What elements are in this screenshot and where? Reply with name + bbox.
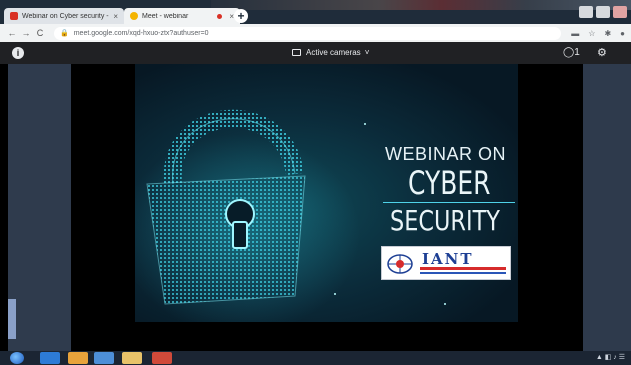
maximize-button[interactable] [596,6,610,18]
star-icon[interactable]: ☆ [588,29,595,38]
start-button-icon[interactable] [10,352,24,364]
right-participant-pane [583,64,631,351]
browser-tab-strip: Webinar on Cyber security - ... × Meet -… [0,0,631,24]
media-icon[interactable] [94,352,114,364]
iant-logo: IANT [381,246,511,280]
ie-icon[interactable] [40,352,60,364]
active-cameras-label: Active cameras [306,48,361,57]
logo-red-bar [420,267,506,270]
left-participant-pane [8,64,71,351]
meet-favicon-icon [130,12,138,20]
meet-toolbar: i Active cameras ˅ ◯1 ⚙ [0,42,631,64]
slide-title-line2: CYBER [408,164,491,202]
url-text: meet.google.com/xqd-hxuo-ztx?authuser=0 [73,29,209,37]
browser-actions: ▬ ☆ ✱ ● [571,29,625,38]
camera-icon [292,49,301,56]
tab-title: Meet - webinar [142,12,189,20]
tab-meet[interactable]: Meet - webinar × [124,8,240,24]
windows-taskbar: ▲ ◧ ♪ ☰ [0,351,631,365]
logo-blue-bar [420,272,506,274]
chat-icon[interactable]: ◯1 [563,47,580,58]
tab-title: Webinar on Cyber security - ... [22,12,111,20]
back-button[interactable]: ← [6,28,18,38]
title-divider [383,202,515,203]
side-strip [8,299,16,339]
presentation-stage: WEBINAR ON CYBER SECURITY IANT [0,64,631,351]
slide-title-line1: WEBINAR ON [385,144,507,164]
puzzle-icon[interactable]: ✱ [604,29,611,38]
system-tray: ▲ ◧ ♪ ☰ [595,354,625,361]
gmail-favicon-icon [10,12,18,20]
chevron-down-icon: ˅ [364,48,370,57]
extension-icon[interactable]: ▬ [571,29,579,38]
iant-globe-icon [387,254,413,274]
address-bar: ← → C 🔒 meet.google.com/xqd-hxuo-ztx?aut… [0,24,631,42]
minimize-button[interactable] [579,6,593,18]
slide-title-line3: SECURITY [390,204,500,237]
explorer-icon[interactable] [122,352,142,364]
active-cameras-dropdown[interactable]: Active cameras ˅ [292,48,369,57]
close-window-button[interactable] [613,6,627,18]
tab-webinar-docs[interactable]: Webinar on Cyber security - ... × [4,8,124,24]
lock-icon: 🔒 [60,30,69,37]
url-input[interactable]: 🔒 meet.google.com/xqd-hxuo-ztx?authuser=… [54,26,562,40]
profile-icon[interactable]: ● [620,29,625,38]
recording-dot-icon [217,13,223,19]
logo-text: IANT [422,250,474,268]
close-tab-icon[interactable]: × [113,12,118,21]
meeting-info-button[interactable]: i [12,47,24,59]
reload-button[interactable]: C [34,28,46,38]
app-icon[interactable] [152,352,172,364]
forward-button[interactable]: → [20,28,32,38]
chrome-icon[interactable] [68,352,88,364]
window-controls [579,6,627,18]
new-tab-button[interactable]: + [234,9,248,23]
background-photo-edge [211,0,631,10]
settings-gear-icon[interactable]: ⚙ [597,46,607,59]
